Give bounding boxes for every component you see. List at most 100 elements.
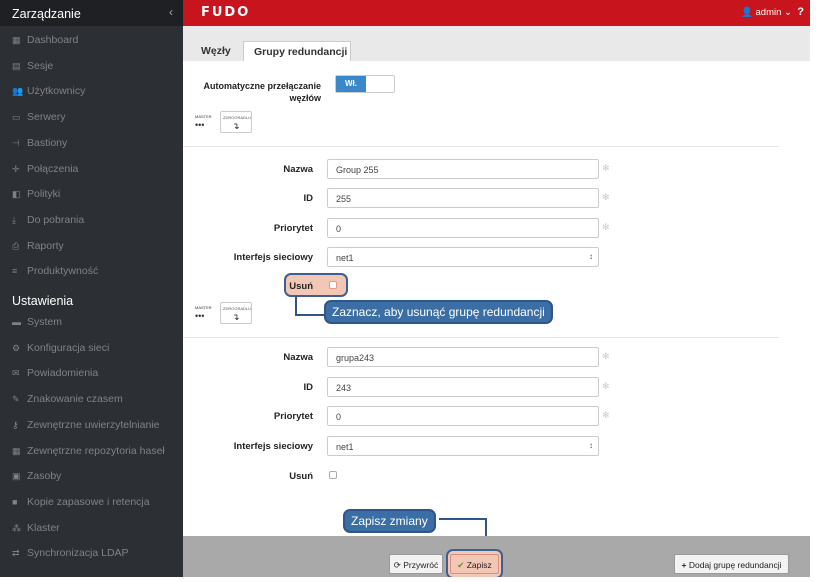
required-icon: ✻ (602, 351, 610, 361)
top-bar: FUDO 👤 admin ⌄ ? (183, 0, 810, 26)
reports-icon: ⎙ (12, 240, 20, 251)
group2-name-label: Nazwa (283, 352, 313, 363)
sidebar-item-po-czenia[interactable]: ✛ Połączenia (0, 156, 183, 182)
callout-line (295, 296, 297, 316)
folder-icon: ▬ (12, 317, 21, 327)
tab-redundancy-groups[interactable]: Grupy redundancji (243, 41, 351, 61)
required-icon: ✻ (602, 163, 610, 173)
save-button[interactable]: ✔ Zapisz (450, 554, 499, 574)
check-icon: ✔ (457, 560, 465, 570)
group1-name-label: Nazwa (283, 164, 313, 175)
group1-delete-checkbox[interactable] (329, 281, 337, 289)
group1-interface-label: Interfejs sieciowy (233, 252, 313, 263)
group1-delete-label: Usuń (289, 281, 313, 292)
group2-delete-checkbox[interactable] (329, 471, 337, 479)
resources-icon: ▣ (12, 471, 21, 482)
sidebar-item-zewn-trzne-repozytoria-hase-[interactable]: ▦ Zewnętrzne repozytoria haseł (0, 438, 183, 464)
sidebar-item-u-ytkownicy[interactable]: 👥 Użytkownicy (0, 78, 183, 104)
user-menu[interactable]: 👤 admin ⌄ (741, 7, 792, 18)
group1-id-input[interactable]: 255 (327, 188, 599, 208)
toggle-on-state: Wł. (336, 76, 366, 92)
save-hint-callout: Zapisz zmiany (343, 509, 436, 533)
group2-id-input[interactable]: 243 (327, 377, 599, 397)
sidebar-item-kopie-zapasowe-i-retencja[interactable]: ■ Kopie zapasowe i retencja (0, 489, 183, 515)
required-icon: ✻ (602, 192, 610, 202)
tab-nodes[interactable]: Węzły (201, 41, 231, 61)
divider (183, 146, 779, 147)
backup-icon: ■ (12, 496, 18, 507)
sessions-icon: ▤ (12, 60, 21, 71)
required-icon: ✻ (602, 381, 610, 391)
group2-priority-label: Priorytet (273, 411, 313, 422)
network-config-icon: ⚙ (12, 342, 21, 353)
group2-id-label: ID (303, 382, 314, 393)
failover-toggle[interactable]: Wł. (335, 75, 395, 93)
divider (183, 337, 779, 338)
sidebar-item-dashboard[interactable]: ▦ Dashboard (0, 27, 183, 53)
sidebar-item-synchronizacja-ldap[interactable]: ⇄ Synchronizacja LDAP (0, 540, 183, 566)
master-node-badge: MASTER ••• (195, 305, 212, 321)
help-button[interactable]: ? (797, 6, 804, 18)
required-icon: ✻ (602, 410, 610, 420)
group1-priority-input[interactable]: 0 (327, 218, 599, 238)
sidebar-item-produktywno-[interactable]: ≡ Produktywność (0, 258, 183, 284)
group1-interface-select[interactable]: net1 (327, 247, 599, 267)
sidebar-item-do-pobrania[interactable]: ⤓ Do pobrania (0, 207, 183, 233)
group1-priority-label: Priorytet (273, 223, 313, 234)
sidebar-item-system[interactable]: ▬ System (0, 309, 183, 335)
group2-interface-label: Interfejs sieciowy (233, 441, 313, 452)
app-window: { "sidebar": { "section_manage": "Zarząd… (0, 0, 827, 582)
group2-priority-input[interactable]: 0 (327, 406, 599, 426)
group1-id-label: ID (303, 193, 314, 204)
refresh-icon: ⟳ (393, 560, 401, 570)
download-icon: ⤓ (12, 214, 16, 225)
sidebar-item-konfiguracja-sieci[interactable]: ⚙ Konfiguracja sieci (0, 335, 183, 361)
group2-interface-select[interactable]: net1 (327, 436, 599, 456)
connections-icon: ✛ (12, 163, 20, 174)
bottom-margin (0, 577, 827, 582)
callout-line (439, 518, 487, 520)
productivity-icon: ≡ (12, 266, 18, 277)
sidebar-item-klaster[interactable]: ⁂ Klaster (0, 515, 183, 541)
restore-button[interactable]: ⟳ Przywróć (389, 554, 443, 574)
delete-hint-callout: Zaznacz, aby usunąć grupę redundancji (324, 300, 553, 324)
callout-line (295, 314, 325, 316)
group1-name-input[interactable]: Group 255 (327, 159, 599, 179)
password-repo-icon: ▦ (12, 445, 21, 456)
timestamp-icon: ✎ (12, 394, 20, 405)
dashboard-icon: ▦ (12, 35, 21, 45)
form-footer: ⟳ Przywróć ✔ Zapisz + Dodaj grupę redund… (183, 536, 810, 579)
sidebar-item-zewn-trzne-uwierzytelnianie[interactable]: ⚷ Zewnętrzne uwierzytelnianie (0, 412, 183, 438)
fudo-logo: FUDO (201, 5, 251, 20)
notifications-icon: ✉ (12, 368, 20, 379)
slave-node-badge: ZDROGRADLU ↴ (220, 302, 252, 324)
sidebar-item-bastiony[interactable]: ⊣ Bastiony (0, 130, 183, 156)
sidebar-item-raporty[interactable]: ⎙ Raporty (0, 233, 183, 259)
ldap-sync-icon: ⇄ (12, 548, 20, 559)
policies-icon: ◧ (12, 189, 21, 200)
sidebar-item-serwery[interactable]: ▭ Serwery (0, 104, 183, 130)
sidebar-item-sesje[interactable]: ▤ Sesje (0, 53, 183, 79)
sidebar-item-zasoby[interactable]: ▣ Zasoby (0, 463, 183, 489)
right-margin (810, 0, 827, 577)
tab-bar: Węzły Grupy redundancji (183, 26, 810, 61)
chevron-left-icon[interactable]: ‹ (169, 5, 173, 19)
chevron-down-icon: ⌄ (784, 7, 792, 18)
add-redundancy-group-button[interactable]: + Dodaj grupę redundancji (674, 554, 789, 574)
sidebar: Zarządzanie ‹ ▦ Dashboard ▤ Sesje 👥 Użytkowni… (0, 0, 183, 577)
sidebar-item-polityki[interactable]: ◧ Polityki (0, 181, 183, 207)
group2-name-input[interactable]: grupa243 (327, 347, 599, 367)
users-icon: 👥 (12, 86, 24, 97)
sidebar-section-manage[interactable]: Zarządzanie ‹ (0, 0, 183, 26)
servers-icon: ▭ (12, 112, 21, 123)
plus-icon: + (681, 560, 687, 570)
required-icon: ✻ (602, 222, 610, 232)
sidebar-item-znakowanie-czasem[interactable]: ✎ Znakowanie czasem (0, 386, 183, 412)
cluster-icon: ⁂ (12, 522, 21, 533)
external-auth-icon: ⚷ (12, 419, 19, 430)
slave-node-badge: ZDROGRADLU ↴ (220, 111, 252, 133)
main-content: Węzły Grupy redundancji Automatyczne prz… (183, 26, 810, 579)
master-node-badge: MASTER ••• (195, 114, 212, 130)
sidebar-item-powiadomienia[interactable]: ✉ Powiadomienia (0, 360, 183, 386)
group2-delete-label: Usuń (289, 471, 313, 482)
